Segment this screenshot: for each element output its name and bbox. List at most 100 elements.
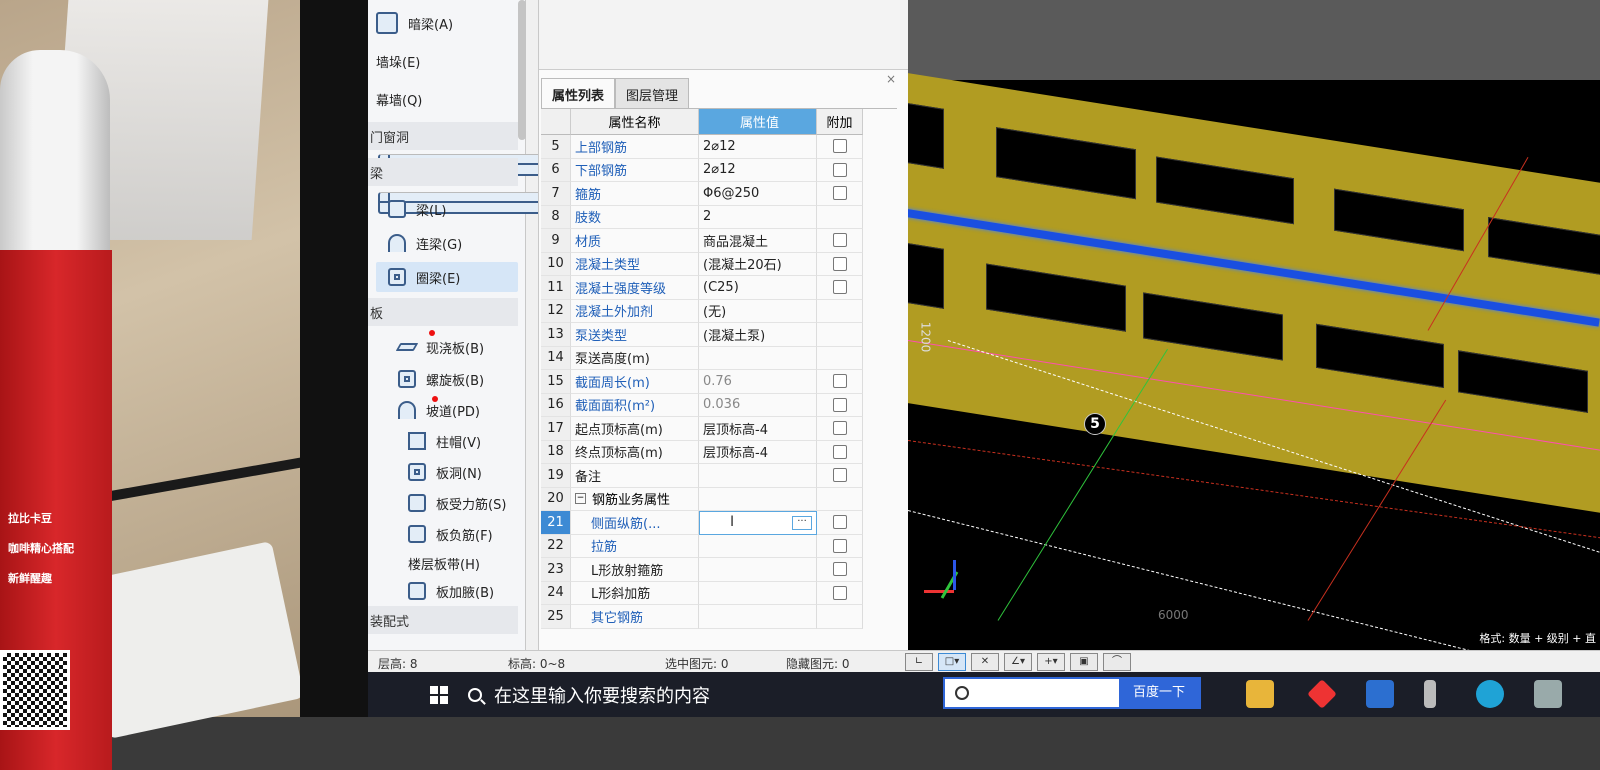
- orthogonal-icon[interactable]: ∟: [905, 653, 933, 671]
- property-value[interactable]: 0.76: [699, 370, 817, 394]
- group-slab[interactable]: 板: [368, 298, 518, 326]
- property-row[interactable]: 5 上部钢筋 2⌀12: [541, 135, 897, 159]
- 3d-viewport[interactable]: 5 1200 6000 格式: 数量 + 级别 + 直: [908, 0, 1600, 650]
- tool-slab-hole[interactable]: 板洞(N): [408, 457, 482, 487]
- tool-floor-strip[interactable]: 楼层板带(H): [408, 548, 480, 672]
- property-row[interactable]: 9 材质 商品混凝土: [541, 229, 897, 253]
- property-row[interactable]: 25 其它钢筋: [541, 605, 897, 629]
- property-row[interactable]: 20− 钢筋业务属性: [541, 487, 897, 511]
- group-beam[interactable]: 梁: [368, 158, 518, 186]
- property-row[interactable]: 13 泵送类型 (混凝土泵): [541, 323, 897, 347]
- extra-checkbox[interactable]: [832, 515, 847, 530]
- extra-checkbox[interactable]: [832, 421, 847, 436]
- property-row[interactable]: 14 泵送高度(m): [541, 346, 897, 370]
- property-row[interactable]: 19 备注: [541, 464, 897, 488]
- property-value[interactable]: (混凝土20石): [699, 252, 817, 276]
- property-value[interactable]: 商品混凝土: [699, 229, 817, 253]
- property-row[interactable]: 24 L形斜加筋: [541, 581, 897, 605]
- property-value[interactable]: [699, 464, 817, 488]
- baidu-search-button[interactable]: 百度一下: [1119, 679, 1199, 707]
- property-value[interactable]: [699, 487, 817, 511]
- app-icon[interactable]: [1424, 680, 1436, 708]
- app-red-icon[interactable]: [1307, 679, 1337, 709]
- tool-curtain-wall[interactable]: 幕墙(Q): [376, 84, 734, 214]
- collapse-icon[interactable]: −: [575, 493, 586, 505]
- box-select-icon[interactable]: □▾: [938, 653, 966, 671]
- property-value[interactable]: 2⌀12: [699, 158, 817, 182]
- extra-checkbox[interactable]: [832, 397, 847, 412]
- extra-checkbox[interactable]: [832, 444, 847, 459]
- property-row[interactable]: 15 截面周长(m) 0.76: [541, 370, 897, 394]
- arc-icon[interactable]: ⌒: [1103, 653, 1131, 671]
- tool-ring-beam[interactable]: 圈梁(E): [376, 262, 518, 292]
- tool-column-cap[interactable]: 柱帽(V): [408, 426, 481, 456]
- group-prefab[interactable]: 装配式: [368, 606, 518, 634]
- property-row[interactable]: 12 混凝土外加剂 (无): [541, 299, 897, 323]
- property-value[interactable]: [699, 534, 817, 558]
- property-value[interactable]: (C25): [699, 276, 817, 300]
- tab-layer-management[interactable]: 图层管理: [615, 78, 690, 108]
- property-value[interactable]: (无): [699, 299, 817, 323]
- property-row[interactable]: 8 肢数 2: [541, 205, 897, 229]
- tools-scrollbar[interactable]: [518, 0, 526, 140]
- extra-checkbox[interactable]: [832, 233, 847, 248]
- property-value[interactable]: (混凝土泵): [699, 323, 817, 347]
- cross-select-icon[interactable]: ✕: [971, 653, 999, 671]
- baidu-search-box[interactable]: 百度一下: [943, 677, 1201, 709]
- file-explorer-icon[interactable]: [1246, 680, 1274, 708]
- property-row[interactable]: 6 下部钢筋 2⌀12: [541, 158, 897, 182]
- tool-ramp[interactable]: 坡道(PD): [398, 395, 480, 425]
- mail-icon[interactable]: [1366, 680, 1394, 708]
- tool-wall-pier[interactable]: 墙垛(E): [376, 46, 734, 176]
- extra-checkbox[interactable]: [832, 186, 847, 201]
- close-icon[interactable]: ×: [886, 72, 896, 86]
- property-value[interactable]: [699, 605, 817, 629]
- tool-slab-haunch[interactable]: 板加腋(B): [408, 576, 494, 606]
- property-value[interactable]: 层顶标高-4: [699, 440, 817, 464]
- group-doors-windows[interactable]: 门窗洞: [368, 122, 518, 150]
- extra-checkbox[interactable]: [832, 374, 847, 389]
- property-value[interactable]: 层顶标高-4: [699, 417, 817, 441]
- tool-spiral-slab[interactable]: 螺旋板(B): [398, 364, 484, 394]
- property-row[interactable]: 21 侧面纵筋(... I ···: [541, 511, 897, 535]
- property-value[interactable]: 2⌀12: [699, 135, 817, 159]
- tool-hidden-beam[interactable]: 暗梁(A): [376, 8, 453, 38]
- property-row[interactable]: 10 混凝土类型 (混凝土20石): [541, 252, 897, 276]
- extra-checkbox[interactable]: [832, 468, 847, 483]
- property-value[interactable]: [699, 346, 817, 370]
- property-row[interactable]: 7 箍筋 Φ6@250: [541, 182, 897, 206]
- extra-checkbox[interactable]: [832, 162, 847, 177]
- tool-coupling-beam[interactable]: 连梁(G): [388, 228, 462, 258]
- property-value[interactable]: 0.036: [699, 393, 817, 417]
- extra-checkbox[interactable]: [832, 256, 847, 271]
- property-value[interactable]: I ···: [699, 511, 817, 535]
- property-row[interactable]: 22 拉筋: [541, 534, 897, 558]
- extra-checkbox[interactable]: [832, 139, 847, 154]
- property-value[interactable]: [699, 558, 817, 582]
- tool-beam[interactable]: 梁(L): [388, 194, 446, 224]
- ellipsis-button[interactable]: ···: [792, 516, 812, 530]
- dynamic-input-icon[interactable]: ▣: [1070, 653, 1098, 671]
- calculator-icon[interactable]: [1534, 680, 1562, 708]
- tool-slab-neg-rebar[interactable]: 板负筋(F): [408, 519, 493, 549]
- property-row[interactable]: 18 终点顶标高(m) 层顶标高-4: [541, 440, 897, 464]
- extra-checkbox[interactable]: [832, 585, 847, 600]
- property-row[interactable]: 11 混凝土强度等级 (C25): [541, 276, 897, 300]
- property-value[interactable]: [699, 581, 817, 605]
- tool-cast-slab[interactable]: 现浇板(B): [395, 332, 484, 362]
- edge-browser-icon[interactable]: [1476, 680, 1504, 708]
- property-row[interactable]: 17 起点顶标高(m) 层顶标高-4: [541, 417, 897, 441]
- property-value[interactable]: Φ6@250: [699, 182, 817, 206]
- tab-property-list[interactable]: 属性列表: [541, 78, 616, 108]
- extra-checkbox[interactable]: [832, 280, 847, 295]
- property-row[interactable]: 16 截面面积(m²) 0.036: [541, 393, 897, 417]
- extra-checkbox[interactable]: [832, 562, 847, 577]
- tool-slab-main-rebar[interactable]: 板受力筋(S): [408, 488, 506, 518]
- property-row[interactable]: 23 L形放射箍筋: [541, 558, 897, 582]
- angle-snap-icon[interactable]: ∠▾: [1004, 653, 1032, 671]
- windows-start-icon[interactable]: [430, 686, 448, 704]
- property-value[interactable]: 2: [699, 205, 817, 229]
- taskbar-search[interactable]: 在这里输入你要搜索的内容: [468, 678, 928, 712]
- extra-checkbox[interactable]: [832, 538, 847, 553]
- point-snap-icon[interactable]: +▾: [1037, 653, 1065, 671]
